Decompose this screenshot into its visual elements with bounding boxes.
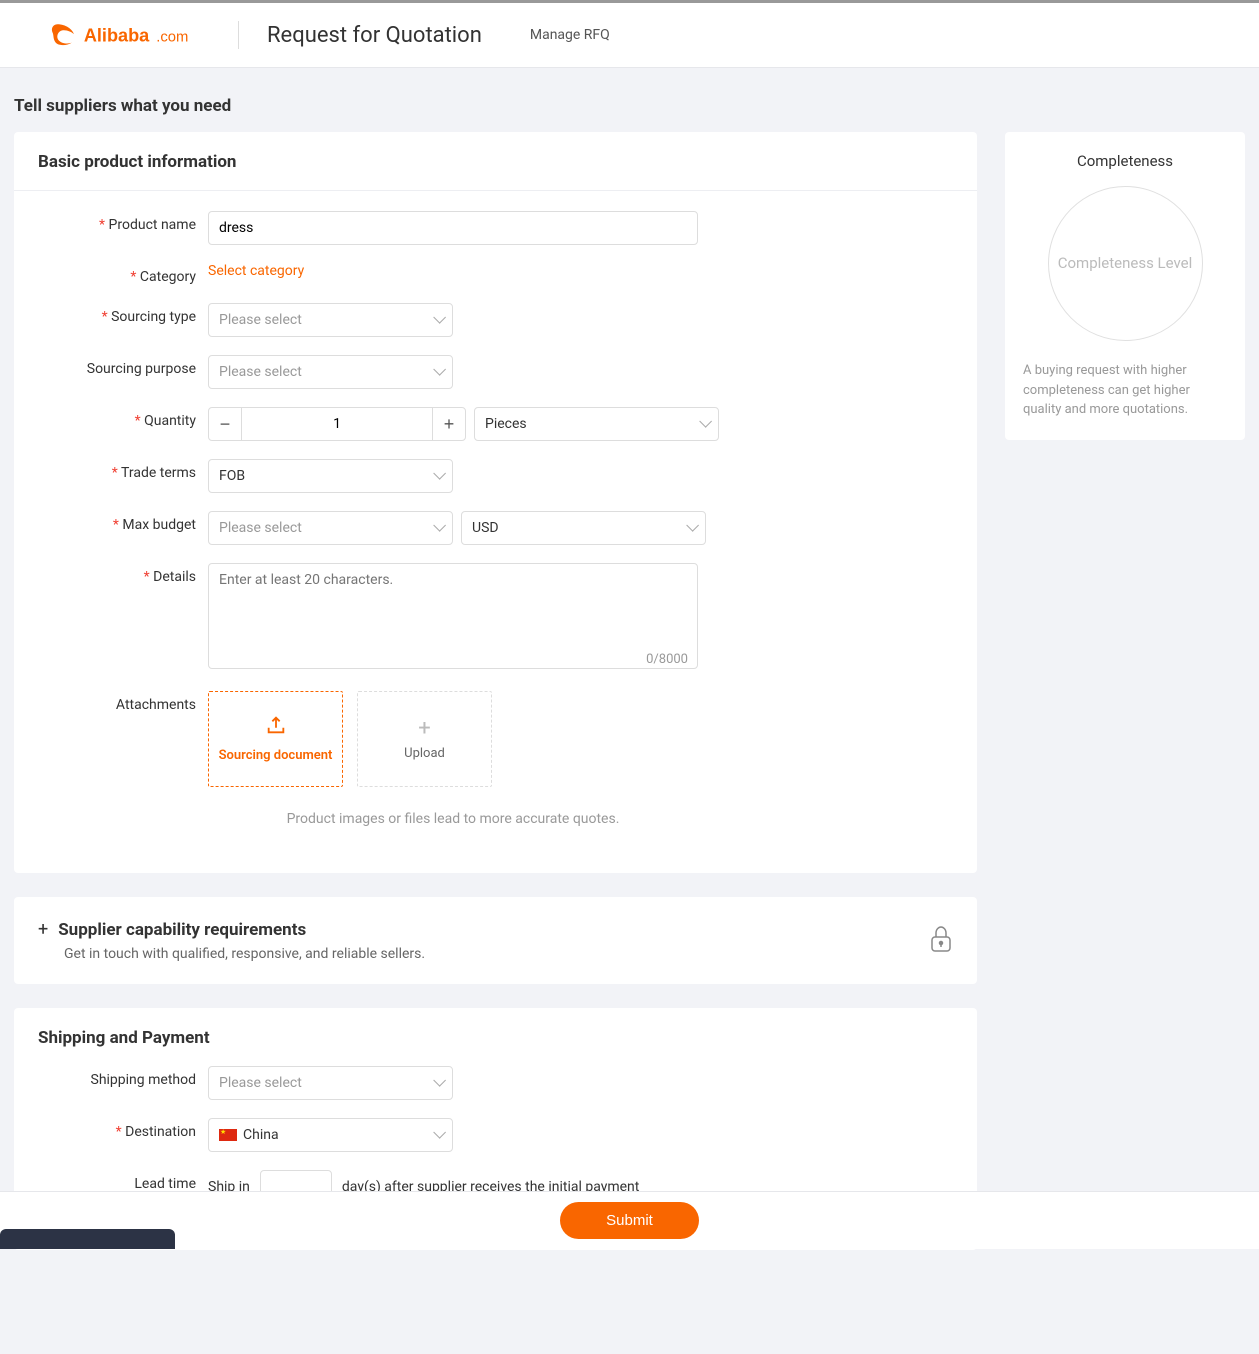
details-textarea[interactable] — [208, 563, 698, 669]
submit-button[interactable]: Submit — [560, 1202, 699, 1239]
upload-label: Upload — [404, 746, 445, 761]
quantity-label: Quantity — [38, 407, 208, 429]
plus-icon: + — [418, 718, 430, 740]
sourcing-purpose-select[interactable]: Please select — [208, 355, 453, 389]
attachments-hint: Product images or files lead to more acc… — [208, 811, 698, 827]
destination-value: China — [243, 1127, 279, 1143]
expand-plus-icon: + — [38, 919, 48, 940]
completeness-title: Completeness — [1023, 152, 1227, 170]
chevron-down-icon — [433, 468, 442, 484]
top-header: Alibaba .com Request for Quotation Manage… — [0, 0, 1259, 68]
sourcing-document-label: Sourcing document — [219, 748, 333, 764]
supplier-requirements-title: Supplier capability requirements — [58, 920, 306, 940]
shipping-method-label: Shipping method — [38, 1066, 208, 1088]
sourcing-purpose-label: Sourcing purpose — [38, 355, 208, 377]
supplier-requirements-card[interactable]: + Supplier capability requirements Get i… — [14, 897, 977, 984]
trade-terms-value: FOB — [219, 468, 245, 484]
sourcing-type-value: Please select — [219, 312, 302, 328]
chevron-down-icon — [699, 416, 708, 432]
lock-icon — [929, 925, 953, 957]
upload-button[interactable]: + Upload — [357, 691, 492, 787]
shipping-method-value: Please select — [219, 1075, 302, 1091]
max-budget-label: Max budget — [38, 511, 208, 533]
svg-text:Alibaba: Alibaba — [84, 26, 150, 46]
chevron-down-icon — [433, 312, 442, 328]
upload-icon — [265, 714, 287, 742]
trade-terms-label: Trade terms — [38, 459, 208, 481]
select-category-link[interactable]: Select category — [208, 263, 304, 279]
chevron-down-icon — [433, 364, 442, 380]
completeness-circle: Completeness Level — [1048, 186, 1203, 341]
sourcing-document-button[interactable]: Sourcing document — [208, 691, 343, 787]
destination-select[interactable]: China — [208, 1118, 453, 1152]
basic-info-title: Basic product information — [14, 132, 977, 191]
manage-rfq-link[interactable]: Manage RFQ — [530, 27, 610, 43]
quantity-input[interactable] — [242, 407, 432, 441]
header-divider — [238, 21, 239, 49]
quantity-unit-select[interactable]: Pieces — [474, 407, 719, 441]
quantity-plus-button[interactable]: + — [432, 407, 466, 441]
product-name-input[interactable] — [208, 211, 698, 245]
max-budget-select[interactable]: Please select — [208, 511, 453, 545]
details-char-count: 0/8000 — [646, 652, 688, 667]
shipping-payment-title: Shipping and Payment — [14, 1008, 977, 1058]
flag-china-icon — [219, 1129, 237, 1141]
chevron-down-icon — [433, 1075, 442, 1091]
destination-label: Destination — [38, 1118, 208, 1140]
quantity-minus-button[interactable]: − — [208, 407, 242, 441]
page-heading: Tell suppliers what you need — [14, 96, 1245, 116]
supplier-requirements-subtitle: Get in touch with qualified, responsive,… — [38, 946, 425, 962]
product-name-label: Product name — [38, 211, 208, 233]
chevron-down-icon — [433, 1127, 442, 1143]
chevron-down-icon — [686, 520, 695, 536]
category-label: Category — [38, 263, 208, 285]
sourcing-type-select[interactable]: Please select — [208, 303, 453, 337]
completeness-note: A buying request with higher completenes… — [1023, 361, 1227, 420]
quantity-unit-value: Pieces — [485, 416, 527, 432]
bottom-left-widget[interactable] — [0, 1229, 175, 1249]
currency-value: USD — [472, 520, 499, 536]
details-label: Details — [38, 563, 208, 585]
sourcing-purpose-value: Please select — [219, 364, 302, 380]
completeness-card: Completeness Completeness Level A buying… — [1005, 132, 1245, 440]
chevron-down-icon — [433, 520, 442, 536]
alibaba-logo[interactable]: Alibaba .com — [40, 21, 210, 49]
footer-bar: Submit — [0, 1191, 1259, 1249]
shipping-method-select[interactable]: Please select — [208, 1066, 453, 1100]
leadtime-label: Lead time — [38, 1170, 208, 1192]
trade-terms-select[interactable]: FOB — [208, 459, 453, 493]
currency-select[interactable]: USD — [461, 511, 706, 545]
basic-info-card: Basic product information Product name C… — [14, 132, 977, 873]
completeness-circle-text: Completeness Level — [1058, 253, 1193, 274]
svg-text:.com: .com — [156, 30, 188, 46]
quantity-stepper: − + — [208, 407, 466, 441]
sourcing-type-label: Sourcing type — [38, 303, 208, 325]
page-title: Request for Quotation — [267, 23, 482, 48]
attachments-label: Attachments — [38, 691, 208, 713]
max-budget-value: Please select — [219, 520, 302, 536]
